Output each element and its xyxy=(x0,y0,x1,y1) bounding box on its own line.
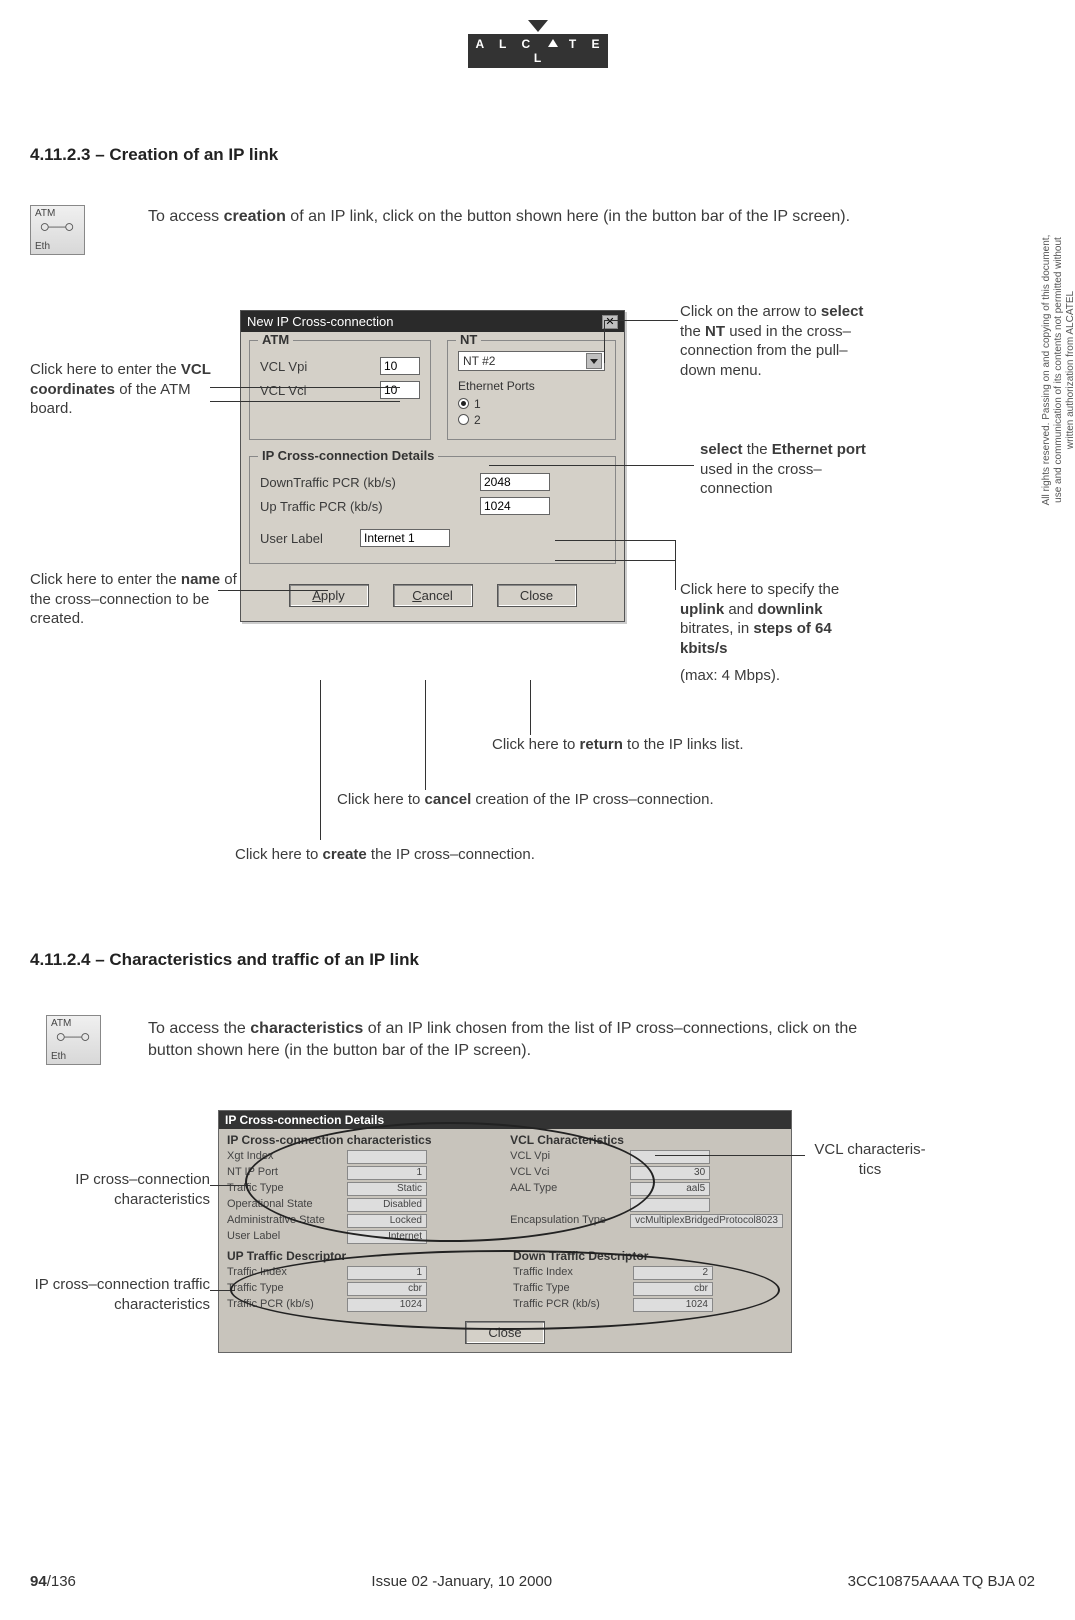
leader-line xyxy=(210,1185,250,1186)
user-label-label: User Label xyxy=(260,531,360,546)
leader-line xyxy=(530,680,531,735)
nt-group-legend: NT xyxy=(456,332,481,347)
link-icon xyxy=(39,220,75,234)
atm-eth-icon: ATM Eth xyxy=(30,205,85,255)
icon-eth-label: Eth xyxy=(35,241,50,252)
callout-vcl-coords: Click here to enter the VCL coordinates … xyxy=(30,360,230,419)
leader-line xyxy=(320,680,321,840)
nt-selected-value: NT #2 xyxy=(463,354,495,368)
callout-bitrate: Click here to specify the uplink and dow… xyxy=(680,580,880,686)
ethernet-port-1-label: 1 xyxy=(474,397,481,411)
ethernet-ports-label: Ethernet Ports xyxy=(458,379,605,393)
callout-return: Click here to return to the IP links lis… xyxy=(492,735,744,755)
ellipse-annotation xyxy=(245,1122,655,1242)
down-pcr-label: DownTraffic PCR (kb/s) xyxy=(260,475,430,490)
dialog-title: New IP Cross-connection xyxy=(247,314,393,329)
vcl-vpi-input[interactable] xyxy=(380,357,420,375)
callout-ethernet-port: select the Ethernet port used in the cro… xyxy=(700,440,890,499)
callout-name: Click here to enter the name of the cros… xyxy=(30,570,240,629)
callout-create: Click here to create the IP cross–connec… xyxy=(235,845,535,865)
callout-ip-traffic: IP cross–connection traffic characterist… xyxy=(30,1275,210,1314)
callout-nt-arrow: Click on the arrow to select the NT used… xyxy=(680,302,880,380)
vcl-vci-label: VCL Vci xyxy=(260,383,380,398)
chevron-down-icon[interactable] xyxy=(586,353,602,369)
section-4-11-2-4-heading: 4.11.2.4 – Characteristics and traffic o… xyxy=(30,950,419,970)
down-pcr-input[interactable] xyxy=(480,473,550,491)
icon2-eth-label: Eth xyxy=(51,1051,66,1062)
vcl-vpi-label: VCL Vpi xyxy=(260,359,380,374)
leader-line xyxy=(489,465,694,466)
leader-line xyxy=(604,320,605,363)
leader-line xyxy=(210,387,400,388)
page-footer: 94/136 Issue 02 -January, 10 2000 3CC108… xyxy=(30,1573,1035,1590)
rights-reserved-text: All rights reserved. Passing on and copy… xyxy=(1041,230,1075,510)
user-label-input[interactable] xyxy=(360,529,450,547)
brand-logo: A L C T E L xyxy=(468,20,608,68)
logo-triangle-icon xyxy=(528,20,548,32)
section-4-11-2-3-heading: 4.11.2.3 – Creation of an IP link xyxy=(30,145,278,165)
atm-eth-icon-2: ATM Eth xyxy=(46,1015,101,1065)
leader-line xyxy=(655,1155,805,1156)
icon-atm-label: ATM xyxy=(35,208,55,219)
section2-intro: To access the characteristics of an IP l… xyxy=(148,1018,888,1061)
callout-ip-char: IP cross–connection characteristics xyxy=(30,1170,210,1209)
up-pcr-input[interactable] xyxy=(480,497,550,515)
leader-line xyxy=(555,540,675,541)
leader-line xyxy=(425,680,426,790)
atm-group-legend: ATM xyxy=(258,332,293,347)
ethernet-port-1-radio[interactable] xyxy=(458,398,469,409)
cancel-button[interactable]: CancelCancel xyxy=(393,584,473,607)
new-ip-cross-connection-dialog: New IP Cross-connection ✕ ATM VCL Vpi VC… xyxy=(240,310,625,622)
link-icon xyxy=(55,1030,91,1044)
issue-date: Issue 02 -January, 10 2000 xyxy=(371,1573,552,1590)
document-id: 3CC10875AAAA TQ BJA 02 xyxy=(848,1573,1035,1590)
logo-text: A L C T E L xyxy=(468,34,608,68)
leader-line xyxy=(555,560,675,561)
icon2-atm-label: ATM xyxy=(51,1018,71,1029)
section1-intro: To access creation of an IP link, click … xyxy=(148,206,888,228)
ethernet-port-2-label: 2 xyxy=(474,413,481,427)
leader-line xyxy=(604,320,678,321)
leader-line xyxy=(218,590,328,591)
dialog-titlebar: New IP Cross-connection ✕ xyxy=(241,311,624,332)
callout-vcl-char: VCL characteris­tics xyxy=(810,1140,930,1179)
ellipse-annotation xyxy=(230,1250,780,1330)
ip-details-legend: IP Cross-connection Details xyxy=(258,448,438,463)
page-number: 94/136 xyxy=(30,1573,76,1590)
up-pcr-label: Up Traffic PCR (kb/s) xyxy=(260,499,430,514)
nt-select[interactable]: NT #2 xyxy=(458,351,605,371)
callout-cancel: Click here to cancel creation of the IP … xyxy=(337,790,714,810)
leader-line xyxy=(675,540,676,590)
ethernet-port-2-radio[interactable] xyxy=(458,414,469,425)
vcl-vci-input[interactable] xyxy=(380,381,420,399)
apply-button[interactable]: AApplypply xyxy=(289,584,369,607)
leader-line xyxy=(210,401,400,402)
close-button[interactable]: Close xyxy=(497,584,577,607)
